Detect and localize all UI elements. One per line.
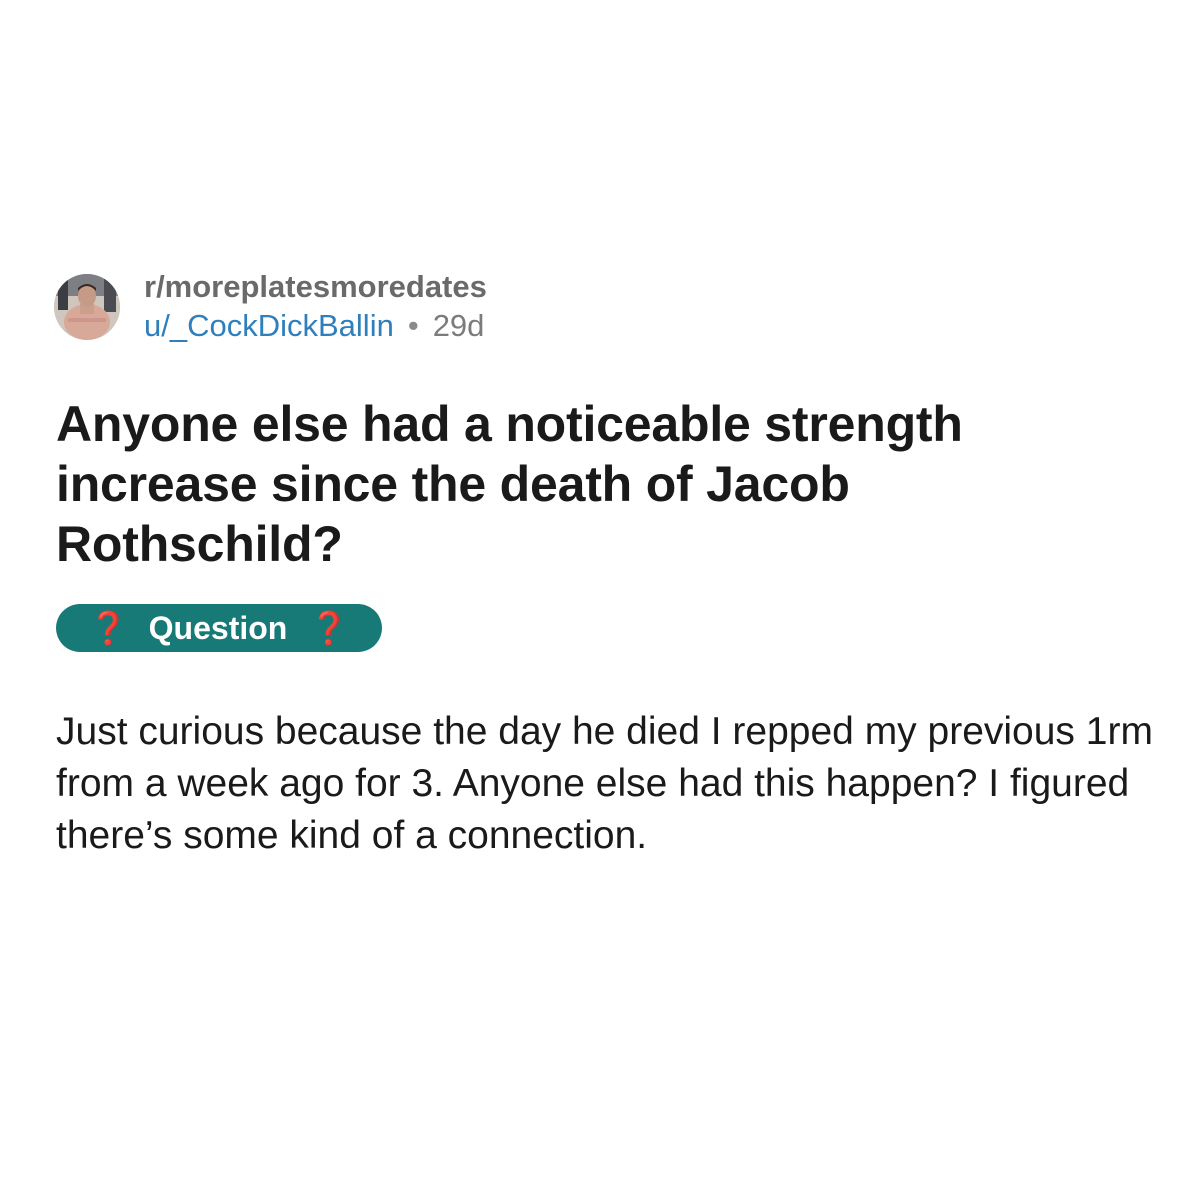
user-avatar[interactable] — [54, 274, 120, 340]
username-link[interactable]: u/_CockDickBallin — [144, 306, 394, 346]
question-mark-icon: ❓ — [88, 610, 129, 646]
post-meta: r/moreplatesmoredates u/_CockDickBallin … — [144, 268, 487, 346]
subreddit-link[interactable]: r/moreplatesmoredates — [144, 268, 487, 306]
post-flair[interactable]: ❓ Question ❓ — [56, 604, 382, 652]
post-age: 29d — [432, 308, 485, 343]
post-header: r/moreplatesmoredates u/_CockDickBallin … — [54, 268, 487, 346]
post-title[interactable]: Anyone else had a noticeable strength in… — [56, 394, 1146, 574]
byline: u/_CockDickBallin • 29d — [144, 306, 487, 346]
separator-dot: • — [407, 308, 419, 343]
post-body: Just curious because the day he died I r… — [56, 710, 1153, 857]
reddit-post: r/moreplatesmoredates u/_CockDickBallin … — [0, 0, 1200, 1200]
avatar-photo-icon — [54, 274, 120, 340]
question-mark-icon: ❓ — [309, 610, 350, 646]
flair-label: Question — [148, 610, 288, 646]
